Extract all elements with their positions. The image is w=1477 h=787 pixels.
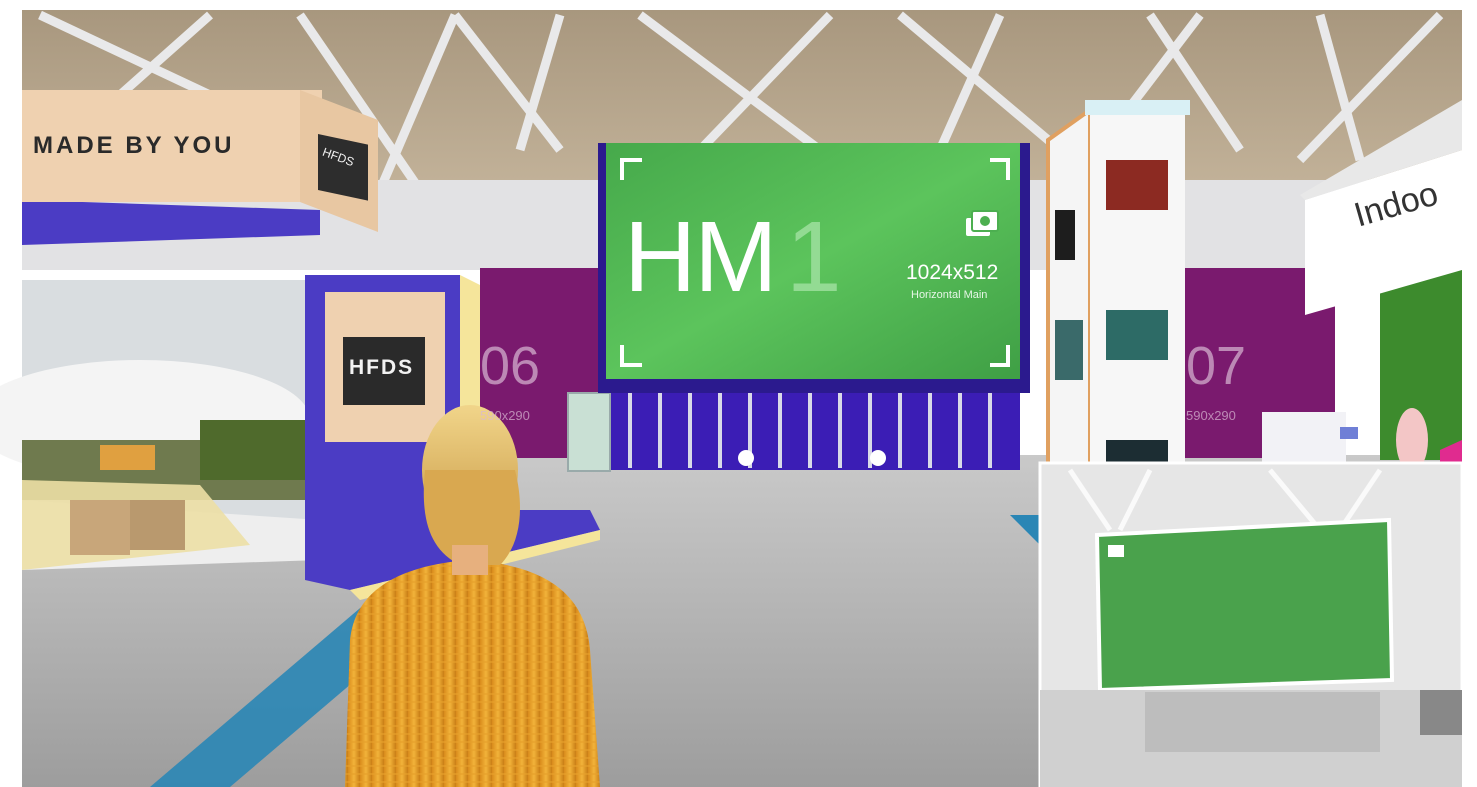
booth-06-number: 06 — [480, 336, 541, 396]
made-by-you-label: MADE BY YOU — [33, 132, 235, 159]
booth-06-size: 590x290 — [480, 408, 530, 423]
hfds-kiosk-logo: HFDS — [349, 356, 415, 379]
booth-07-number: 07 — [1186, 336, 1247, 396]
game-viewport[interactable] — [0, 0, 1477, 787]
screen-resolution: 1024x512 — [906, 261, 999, 284]
entrance-doors — [567, 385, 1020, 472]
booth-07-size: 590x290 — [1186, 408, 1236, 423]
camera-preview-inset[interactable] — [1038, 461, 1464, 787]
shelving-tower — [1046, 100, 1190, 472]
screen-subtitle: Horizontal Main — [911, 289, 988, 301]
screen-label-letters: HM — [624, 201, 778, 313]
screen-label-number: 1 — [786, 201, 842, 313]
